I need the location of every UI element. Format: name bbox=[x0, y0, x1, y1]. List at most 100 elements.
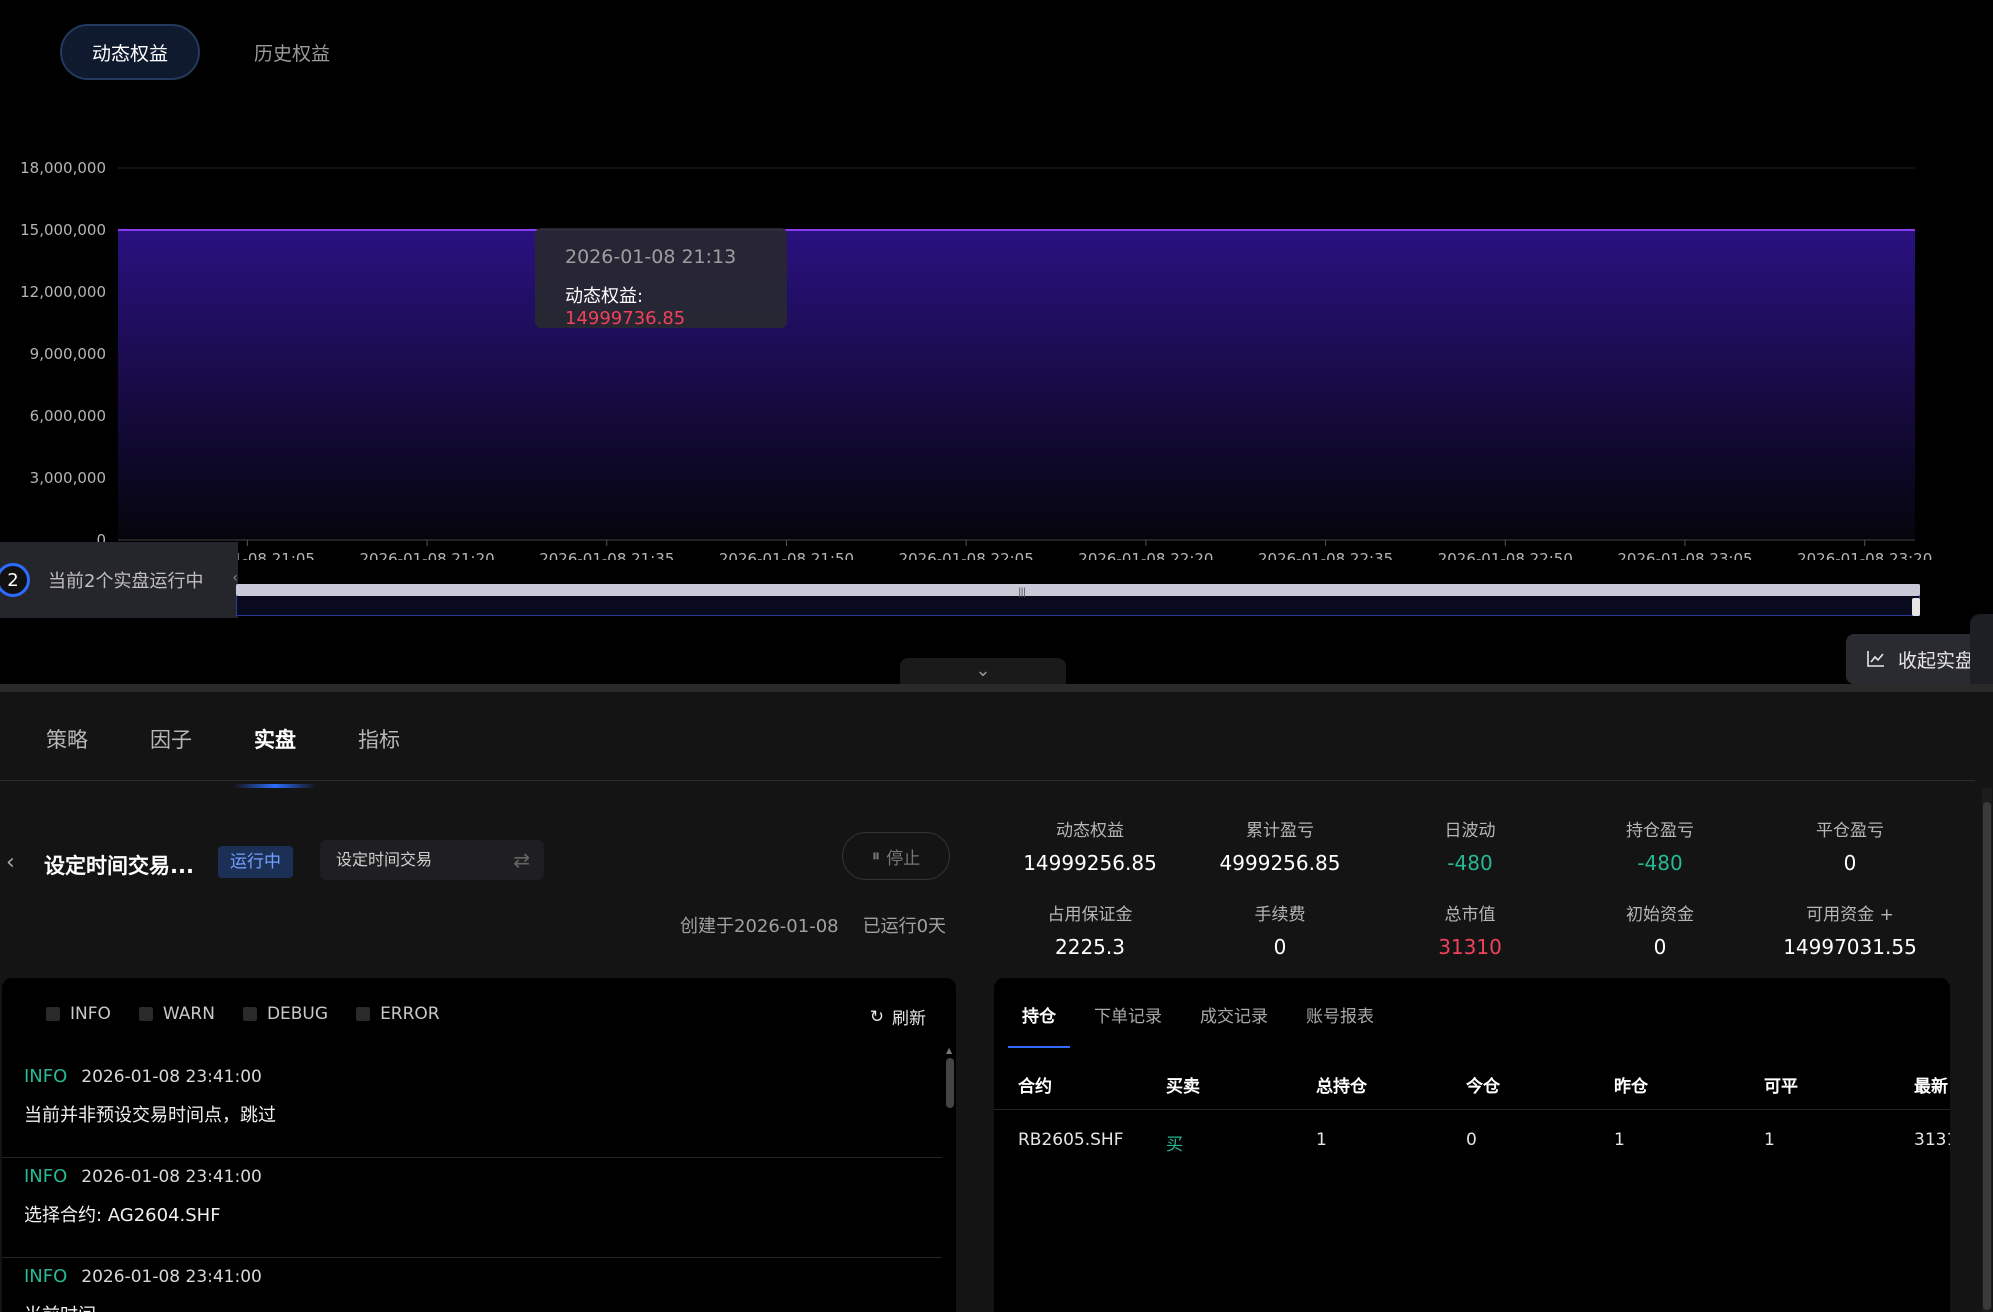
log-message: 当前并非预设交易时间点，跳过 bbox=[24, 1105, 276, 1126]
y-tick-label: 9,000,000 bbox=[30, 345, 106, 363]
refresh-label: 刷新 bbox=[892, 1009, 926, 1029]
tab-factor[interactable]: 因子 bbox=[130, 724, 212, 788]
slider-handle-right[interactable] bbox=[1912, 598, 1920, 616]
refresh-button[interactable]: ↻ 刷新 bbox=[870, 1004, 926, 1030]
status-badge: 运行中 bbox=[218, 846, 293, 878]
cell-contract: RB2605.SHF bbox=[1018, 1130, 1124, 1150]
slider-bar[interactable] bbox=[236, 584, 1920, 596]
tooltip-time: 2026-01-08 21:13 bbox=[565, 246, 737, 268]
created-date: 创建于2026-01-08 bbox=[680, 916, 839, 937]
cell-last: 3131 bbox=[1914, 1130, 1950, 1150]
x-tick-label: 2026-01-08 21:50 bbox=[719, 550, 854, 560]
scrollbar-thumb[interactable] bbox=[1983, 802, 1991, 1310]
col-last: 最新 bbox=[1914, 1077, 1948, 1097]
col-yesterday: 昨仓 bbox=[1614, 1077, 1648, 1097]
fold-live-button[interactable]: 收起实盘 bbox=[1846, 634, 1982, 684]
checkbox[interactable] bbox=[138, 1007, 153, 1021]
cell-total: 1 bbox=[1316, 1130, 1327, 1150]
tooltip-value: 14999736.85 bbox=[565, 308, 686, 329]
scroll-up-icon[interactable]: ▲ bbox=[946, 1046, 952, 1055]
stat-label: 动态权益 bbox=[1056, 821, 1124, 841]
checkbox[interactable] bbox=[242, 1007, 257, 1021]
cell-yesterday: 1 bbox=[1614, 1130, 1625, 1150]
checkbox[interactable] bbox=[46, 1007, 60, 1021]
x-tick-label: 2026-01-08 22:50 bbox=[1438, 550, 1573, 560]
line-chart-icon bbox=[1867, 651, 1884, 667]
running-indicator[interactable]: 2 当前2个实盘运行中 ‹ bbox=[0, 542, 238, 618]
stat-item: 平仓盈亏 0 bbox=[1760, 816, 1940, 875]
log-row: INFO 2026-01-08 23:41:00 bbox=[24, 1066, 942, 1087]
log-row: INFO 2026-01-08 23:41:00 bbox=[24, 1166, 942, 1187]
stat-value: -480 bbox=[1447, 851, 1493, 875]
grip-icon[interactable]: ||| bbox=[1018, 587, 1026, 598]
tab-holdings[interactable]: 持仓 bbox=[1008, 1002, 1070, 1048]
tab-orders-label: 下单记录 bbox=[1094, 1007, 1162, 1027]
stat-value: -480 bbox=[1637, 851, 1683, 875]
tab-live[interactable]: 实盘 bbox=[234, 724, 316, 788]
tab-trades[interactable]: 成交记录 bbox=[1186, 1002, 1282, 1048]
filter-info[interactable]: INFO bbox=[46, 1004, 111, 1024]
y-tick-label: 3,000,000 bbox=[30, 469, 106, 487]
stat-value: 2225.3 bbox=[1055, 935, 1125, 959]
back-arrow-icon[interactable]: ‹ bbox=[6, 850, 15, 875]
table-row[interactable]: RB2605.SHF 买 1 0 1 1 3131 bbox=[994, 1112, 1950, 1168]
log-time: 2026-01-08 23:41:00 bbox=[81, 1067, 262, 1087]
log-filters: INFO WARN DEBUG ERROR bbox=[46, 1004, 440, 1024]
stat-label: 可用资金 + bbox=[1806, 905, 1894, 925]
y-tick-label: 18,000,000 bbox=[20, 159, 106, 177]
filter-info-label: INFO bbox=[70, 1004, 111, 1024]
tab-orders[interactable]: 下单记录 bbox=[1080, 1002, 1176, 1048]
stat-label: 日波动 bbox=[1444, 821, 1496, 841]
equity-area bbox=[118, 230, 1915, 540]
page-scrollbar[interactable] bbox=[1982, 788, 1992, 1312]
stat-item: 占用保证金 2225.3 bbox=[1000, 900, 1180, 959]
stat-label: 总市值 bbox=[1444, 905, 1496, 925]
stat-label: 累计盈亏 bbox=[1246, 821, 1314, 841]
log-entry: INFO 2026-01-08 23:41:00 当前并非预设交易时间点，跳过 bbox=[2, 1058, 942, 1158]
x-tick-label: 2026-01-08 23:05 bbox=[1617, 550, 1752, 560]
cell-side: 买 bbox=[1166, 1135, 1183, 1155]
positions-header: 合约 买卖 总持仓 今仓 昨仓 可平 最新 bbox=[994, 1054, 1950, 1110]
tab-account-report[interactable]: 账号报表 bbox=[1292, 1002, 1388, 1048]
tab-dynamic-equity[interactable]: 动态权益 bbox=[60, 24, 201, 80]
stat-item: 初始资金 0 bbox=[1570, 900, 1750, 959]
filter-error[interactable]: ERROR bbox=[356, 1004, 440, 1024]
strategy-name: 设定时间交易... bbox=[44, 854, 194, 878]
strategy-header: ‹ 设定时间交易... 运行中 设定时间交易 ⇄ ⏸ 停止 bbox=[0, 832, 960, 894]
stat-item: 累计盈亏 4999256.85 bbox=[1190, 816, 1370, 875]
stat-value: 4999256.85 bbox=[1219, 851, 1341, 875]
cell-today: 0 bbox=[1466, 1130, 1477, 1150]
tab-live-label: 实盘 bbox=[254, 728, 296, 752]
stat-value: 31310 bbox=[1438, 935, 1502, 959]
tab-divider bbox=[0, 780, 1975, 781]
tab-strategy[interactable]: 策略 bbox=[26, 724, 108, 788]
x-tick-label: 2026-01-08 21:20 bbox=[359, 550, 494, 560]
stat-item: 持仓盈亏 -480 bbox=[1570, 816, 1750, 875]
log-scrollbar[interactable] bbox=[946, 1058, 954, 1108]
tab-indicator[interactable]: 指标 bbox=[338, 724, 420, 788]
strategy-select-value: 设定时间交易 bbox=[336, 850, 433, 869]
tab-history-equity[interactable]: 历史权益 bbox=[224, 24, 360, 80]
stat-label: 平仓盈亏 bbox=[1816, 821, 1884, 841]
log-level: INFO bbox=[24, 1266, 68, 1287]
filter-warn[interactable]: WARN bbox=[138, 1004, 215, 1024]
checkbox[interactable] bbox=[356, 1007, 371, 1021]
log-message: 当前时间 bbox=[24, 1301, 942, 1312]
tooltip-row: 动态权益: 14999736.85 bbox=[565, 282, 757, 329]
log-message: 选择合约: AG2604.SHF bbox=[24, 1205, 221, 1226]
stat-item: 总市值 31310 bbox=[1380, 900, 1560, 959]
stat-label: 初始资金 bbox=[1626, 905, 1694, 925]
strategy-meta: 创建于2026-01-08 已运行0天 bbox=[680, 912, 946, 938]
positions-panel: 持仓 下单记录 成交记录 账号报表 合约 买卖 总持仓 今仓 昨仓 可平 最新 … bbox=[994, 978, 1950, 1312]
app-root: 动态权益 历史权益 0 3,000,000 6,000,000 9,000,000 12… bbox=[0, 0, 1993, 1312]
chevron-down-icon[interactable]: ⌄ bbox=[900, 658, 1066, 684]
tab-holdings-label: 持仓 bbox=[1022, 1007, 1056, 1027]
log-row: INFO 2026-01-08 23:41:00 bbox=[24, 1266, 942, 1287]
stop-button[interactable]: ⏸ 停止 bbox=[842, 832, 950, 880]
filter-debug[interactable]: DEBUG bbox=[242, 1004, 328, 1024]
log-level: INFO bbox=[24, 1066, 68, 1087]
stat-item: 动态权益 14999256.85 bbox=[1000, 816, 1180, 875]
filter-error-label: ERROR bbox=[380, 1004, 440, 1024]
tab-factor-label: 因子 bbox=[150, 728, 192, 752]
strategy-select[interactable]: 设定时间交易 ⇄ bbox=[320, 840, 544, 880]
